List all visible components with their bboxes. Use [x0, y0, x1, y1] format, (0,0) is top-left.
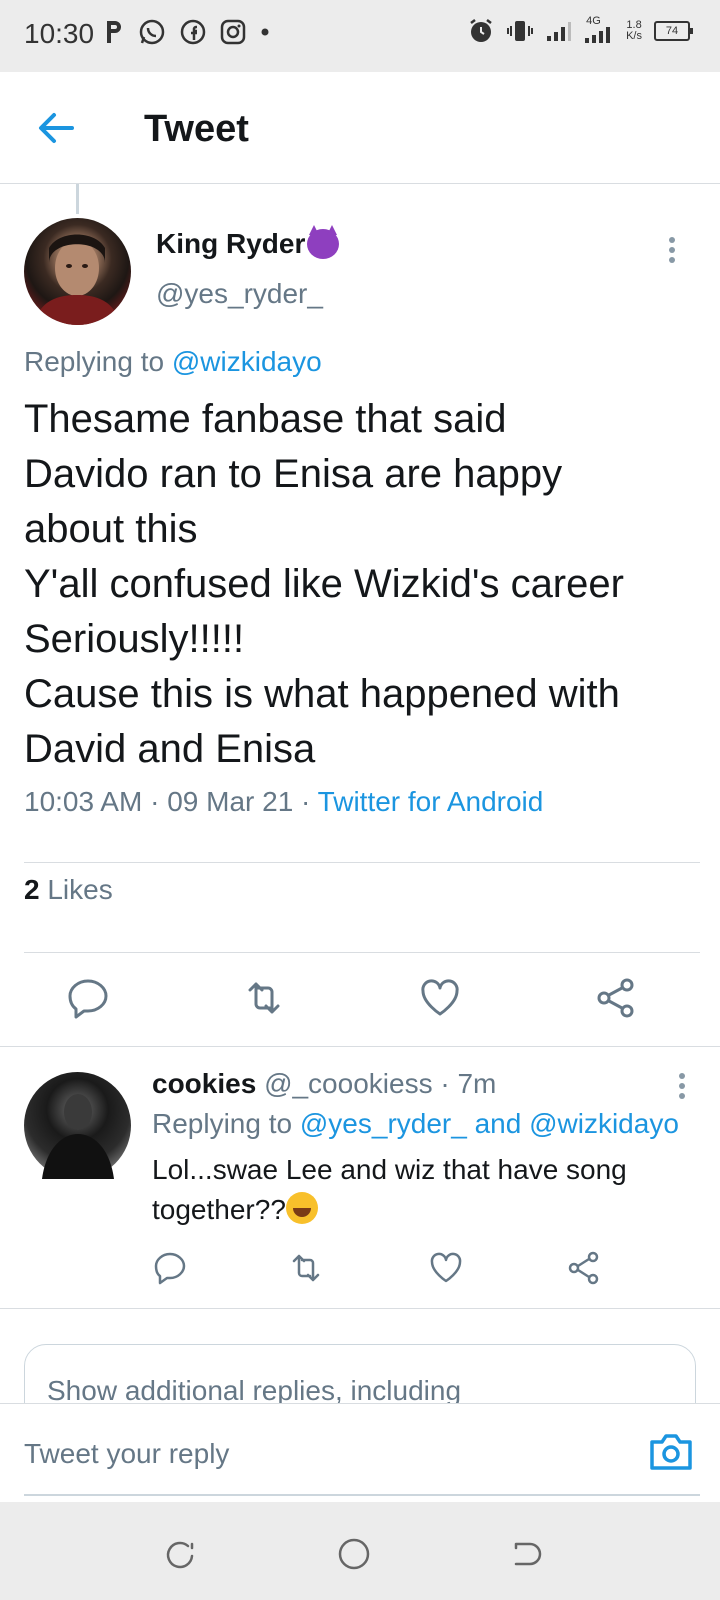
status-time: 10:30 — [24, 18, 95, 49]
divider — [0, 1046, 720, 1047]
tweet-source-link[interactable]: Twitter for Android — [318, 786, 544, 817]
like-heart-icon[interactable] — [428, 1250, 464, 1286]
camera-icon[interactable] — [648, 1430, 694, 1472]
tweet-line: Y'all confused like Wizkid's career — [24, 562, 624, 606]
reply-text: Lol...swae Lee and wiz that have song to… — [152, 1154, 627, 1225]
top-app-bar: Tweet — [0, 72, 720, 184]
more-options-icon[interactable] — [668, 236, 676, 264]
replying-to: Replying to @yes_ryder_ and @wizkidayo — [152, 1108, 679, 1139]
network-speed: 1.8 K/s — [626, 19, 642, 42]
input-underline — [24, 1494, 700, 1496]
system-icons: 4G 1.8 K/s 74 — [468, 16, 693, 44]
avatar[interactable] — [24, 218, 131, 325]
author-handle[interactable]: @yes_ryder_ — [156, 278, 323, 310]
tweet-meta: 10:03 AM · 09 Mar 21 · Twitter for Andro… — [24, 786, 544, 817]
share-icon[interactable] — [566, 1250, 602, 1286]
avatar[interactable] — [24, 1072, 131, 1179]
tweet-line: Cause this is what happened with — [24, 672, 620, 716]
tweet-date: 09 Mar 21 — [167, 786, 294, 817]
tweet-line: Thesame fanbase that said — [24, 397, 507, 441]
tweet-line: Davido ran to Enisa are happy — [24, 452, 563, 496]
alarm-icon — [470, 19, 492, 42]
vibrate-icon — [507, 21, 534, 41]
reply-compose-bar: Tweet your reply — [0, 1403, 720, 1502]
divider — [24, 952, 700, 953]
home-icon[interactable] — [336, 1536, 372, 1572]
share-icon[interactable] — [594, 976, 638, 1020]
notification-icons — [104, 18, 270, 46]
reply-header[interactable]: cookies @_coookiess · 7m — [152, 1068, 496, 1100]
laughing-tears-emoji — [285, 1192, 318, 1224]
whatsapp-icon — [139, 19, 165, 45]
reply-author-handle: @_coookiess — [264, 1068, 433, 1099]
reply-icon[interactable] — [66, 976, 110, 1020]
reply-icon[interactable] — [152, 1250, 188, 1286]
network-4g-icon: 4G — [584, 16, 614, 44]
retweet-icon[interactable] — [242, 976, 286, 1020]
instagram-icon — [220, 19, 246, 45]
arrow-left-icon[interactable] — [36, 110, 76, 146]
reply-actions — [0, 1250, 720, 1290]
system-navigation-bar — [0, 1502, 720, 1600]
avatar-portrait — [34, 234, 120, 325]
status-bar: 10:30 4G 1.8 K/s 74 — [0, 0, 720, 72]
tweet-time: 10:03 AM — [24, 786, 143, 817]
likes-count[interactable]: 2 Likes — [24, 874, 113, 906]
battery-icon: 74 — [654, 21, 693, 41]
parking-app-icon — [107, 21, 121, 43]
avatar-portrait — [42, 1094, 114, 1179]
thread-connector-line — [76, 184, 79, 214]
retweet-icon[interactable] — [288, 1250, 324, 1286]
back-icon[interactable] — [508, 1536, 544, 1572]
dot-icon — [261, 28, 269, 36]
divider — [0, 1308, 720, 1309]
tweet-text: Thesame fanbase that said Davido ran to … — [24, 392, 704, 777]
page-title: Tweet — [144, 108, 249, 150]
tweet-actions — [0, 976, 720, 1026]
reply-age: · 7m — [440, 1068, 497, 1099]
signal-icon — [547, 22, 572, 41]
recents-icon[interactable] — [162, 1536, 198, 1572]
tweet-line: David and Enisa — [24, 727, 316, 771]
more-options-icon[interactable] — [678, 1072, 686, 1100]
divider — [24, 862, 700, 863]
reply-author-name: cookies — [152, 1068, 257, 1099]
reply-input[interactable]: Tweet your reply — [24, 1438, 229, 1470]
replying-to-link[interactable]: @wizkidayo — [172, 346, 322, 377]
facebook-icon — [180, 19, 206, 45]
replying-to: Replying to @wizkidayo — [24, 346, 322, 377]
author-name[interactable]: King Ryder — [156, 225, 340, 260]
smiling-devil-emoji — [307, 225, 340, 259]
tweet-line: about this — [24, 507, 198, 551]
like-heart-icon[interactable] — [418, 976, 462, 1020]
tweet-line: Seriously!!!!! — [24, 617, 245, 661]
replying-to-link[interactable]: @yes_ryder_ and @wizkidayo — [300, 1108, 679, 1139]
